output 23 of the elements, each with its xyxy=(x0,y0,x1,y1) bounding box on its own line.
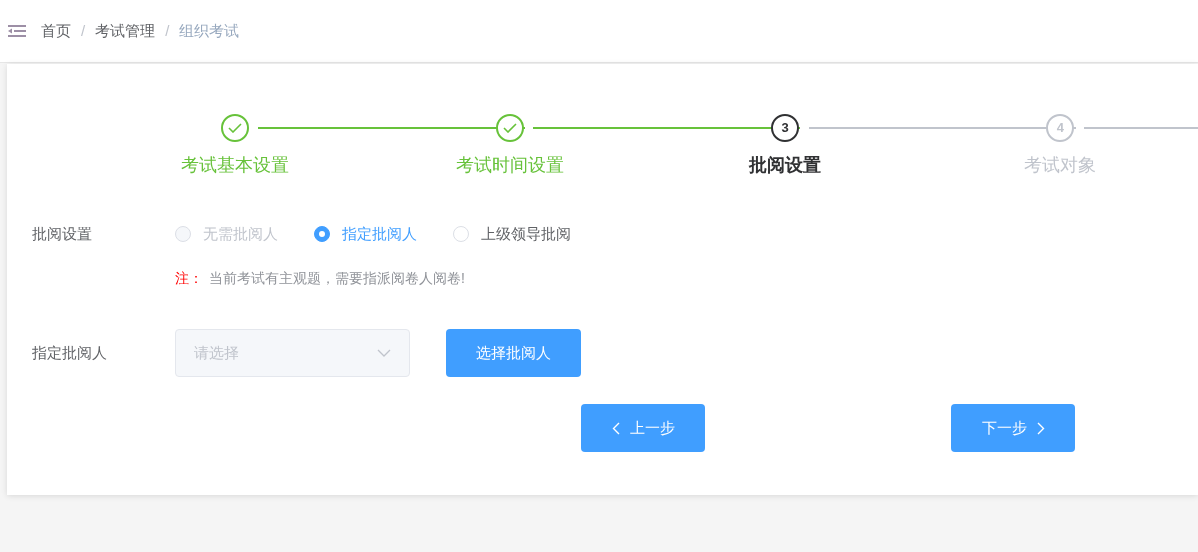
radio-option[interactable]: 上级领导批阅 xyxy=(453,222,571,246)
previous-step-button[interactable]: 上一步 xyxy=(581,404,705,452)
chevron-right-icon xyxy=(1036,421,1045,435)
breadcrumb-link[interactable]: 首页 xyxy=(41,19,71,43)
breadcrumb-separator: / xyxy=(81,20,86,41)
next-step-button[interactable]: 下一步 xyxy=(951,404,1075,452)
breadcrumb-link[interactable]: 组织考试 xyxy=(179,19,240,43)
step-number: 3 xyxy=(771,114,800,142)
menu-icon[interactable] xyxy=(8,24,26,38)
chevron-left-icon xyxy=(611,421,620,435)
chevron-down-icon xyxy=(377,349,391,357)
note-text: 注： 当前考试有主观题，需要指派阅卷人阅卷! xyxy=(175,269,466,288)
step-title: 考试时间设置 xyxy=(455,154,564,177)
step-title: 批阅设置 xyxy=(749,154,822,177)
step-title: 考试对象 xyxy=(1024,154,1097,177)
radio-option[interactable]: 指定批阅人 xyxy=(314,222,417,246)
breadcrumb-link[interactable]: 考试管理 xyxy=(95,19,156,43)
field-label: 指定批阅人 xyxy=(32,342,108,363)
select-reviewer-button[interactable]: 选择批阅人 xyxy=(446,329,581,377)
step-title: 考试基本设置 xyxy=(180,154,289,177)
breadcrumb-separator: / xyxy=(165,20,170,41)
field-label: 批阅设置 xyxy=(32,223,93,244)
step-number: 4 xyxy=(1046,114,1075,142)
